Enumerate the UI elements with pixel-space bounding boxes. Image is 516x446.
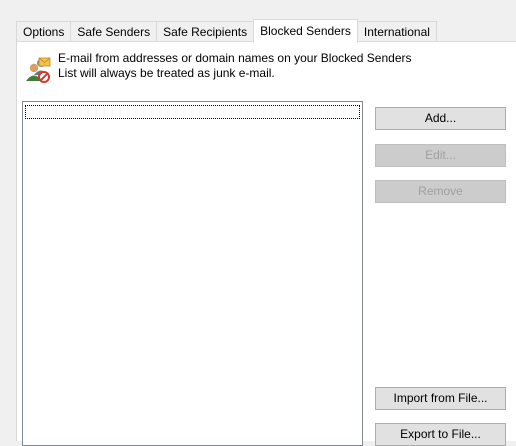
tab-safe-recipients[interactable]: Safe Recipients <box>156 21 255 42</box>
tab-safe-senders[interactable]: Safe Senders <box>70 21 158 42</box>
description-line-2: List will always be treated as junk e-ma… <box>58 66 275 80</box>
description-line-1: E-mail from addresses or domain names on… <box>58 51 412 65</box>
import-from-file-button[interactable]: Import from File... <box>375 387 506 410</box>
remove-button[interactable]: Remove <box>375 180 506 203</box>
tab-strip: Options Safe Senders Safe Recipients Blo… <box>16 19 437 43</box>
description-text: E-mail from addresses or domain names on… <box>58 51 498 81</box>
add-button[interactable]: Add... <box>375 107 506 130</box>
edit-button[interactable]: Edit... <box>375 144 506 167</box>
tab-international[interactable]: International <box>356 21 437 42</box>
list-focus-rect <box>25 105 360 119</box>
blocked-contacts-icon <box>26 57 51 83</box>
tab-options[interactable]: Options <box>16 21 72 42</box>
tab-blocked-senders[interactable]: Blocked Senders <box>253 19 358 43</box>
blocked-senders-list[interactable] <box>22 101 363 446</box>
export-to-file-button[interactable]: Export to File... <box>375 423 506 446</box>
